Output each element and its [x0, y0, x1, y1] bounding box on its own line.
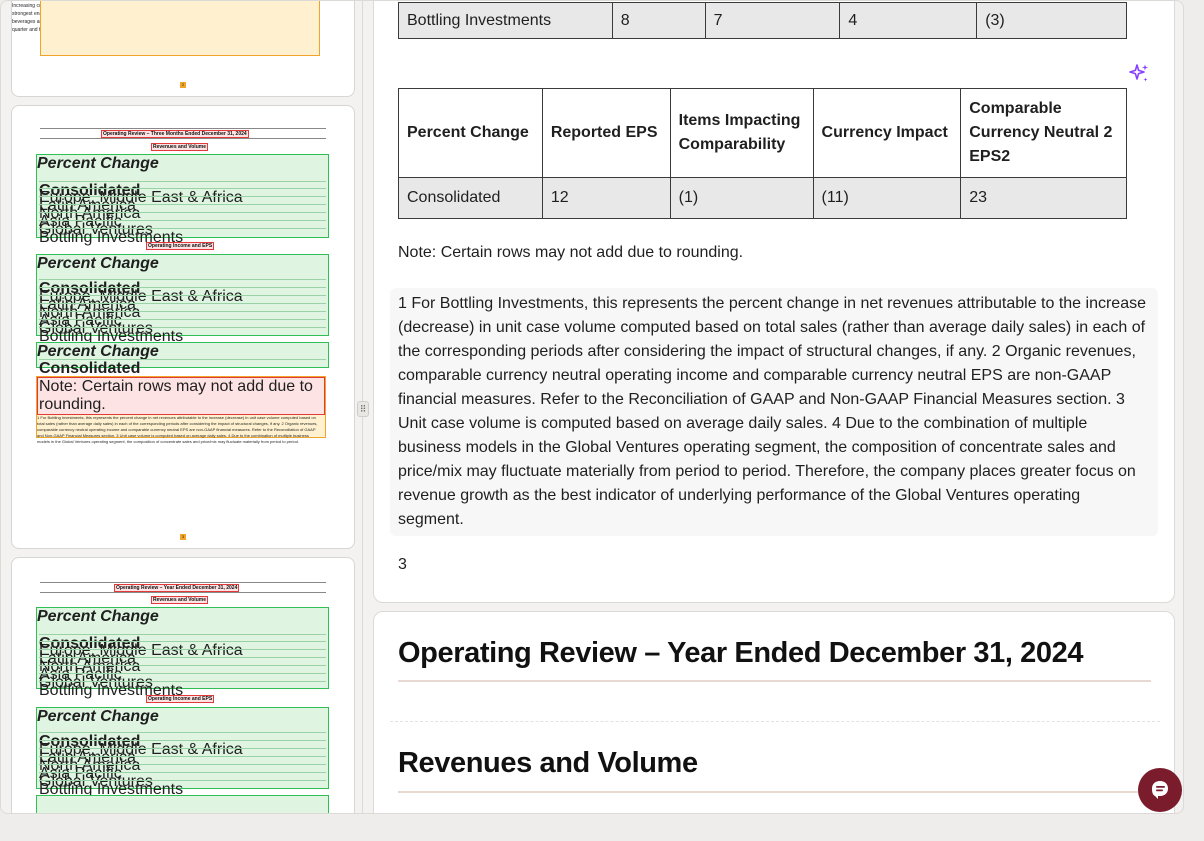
footnotes-block[interactable]: 1 For Bottling Investments, this represe… — [390, 288, 1158, 536]
page-card-4: Operating Review – Year Ended December 3… — [373, 611, 1175, 813]
col-header: Percent Change — [37, 708, 159, 725]
table-cell: Consolidated — [398, 177, 543, 219]
subsection-heading: Revenues and Volume — [398, 747, 698, 779]
thumbnail-note: Note: Certain rows may not add due to ro… — [37, 377, 325, 415]
table-header: Comparable Currency Neutral 2 EPS2 — [960, 88, 1127, 178]
thumbnail-section-1: Revenues and Volume — [151, 596, 208, 604]
table-header: Reported EPS — [541, 88, 671, 178]
thumbnail-section-2: Operating Income and EPS — [146, 242, 215, 250]
page-thumbnail-3[interactable]: Operating Review – Three Months Ended De… — [11, 105, 355, 549]
footnote-highlight: Note: Certain rows may not add due to ro… — [36, 376, 326, 444]
highlight-box — [40, 1, 320, 56]
divider — [40, 138, 326, 139]
col-header: Percent Change — [37, 255, 159, 272]
sparkle-icon[interactable] — [1127, 62, 1151, 86]
section-heading: Operating Review – Year Ended December 3… — [398, 637, 1084, 669]
eps-table: Percent Change Reported EPS Items Impact… — [398, 88, 1127, 219]
eps-table-thumb — [36, 795, 329, 813]
table-header: Percent Change — [398, 88, 543, 178]
table-header: Items Impacting Comparability — [669, 88, 814, 178]
page-thumbnail-pane[interactable]: unit case volume grew in both quarter...… — [1, 1, 363, 813]
eps-table-thumb: Percent Change Consolidated — [36, 342, 329, 377]
table-cell: 23 — [960, 177, 1127, 219]
table-cell: 12 — [541, 177, 671, 219]
thumbnail-section-1: Revenues and Volume — [151, 143, 208, 151]
table-cell: (3) — [976, 2, 1127, 39]
chat-bubble-icon[interactable] — [1138, 768, 1182, 812]
table-cell: 7 — [704, 2, 841, 39]
col-header: Percent Change — [37, 155, 159, 172]
page-number-badge: 2 — [180, 82, 186, 88]
page-thumbnail-4[interactable]: Operating Review – Year Ended December 3… — [11, 557, 355, 813]
document-content[interactable]: Bottling Investments 8 7 4 (3) Percent C… — [373, 1, 1175, 813]
heading-underline — [398, 680, 1151, 682]
document-viewer: unit case volume grew in both quarter...… — [0, 0, 1184, 814]
page-number: 3 — [398, 556, 407, 573]
page-number-badge: 3 — [180, 534, 186, 540]
thumbnail-section-2: Operating Income and EPS — [146, 695, 215, 703]
thumbnail-title: Operating Review – Three Months Ended De… — [101, 130, 249, 138]
page-thumbnail-2[interactable]: unit case volume grew in both quarter...… — [11, 1, 355, 97]
thumbnail-footnote: 1 For Bottling Investments, this represe… — [37, 415, 318, 444]
heading-underline — [398, 791, 1151, 793]
operating-income-table-thumb: Percent Change Consolidated Europe, Midd… — [36, 707, 329, 798]
table-cell: Bottling Investments — [398, 2, 613, 39]
divider — [40, 128, 326, 129]
col-header: Percent Change — [37, 608, 159, 625]
block-separator — [390, 721, 1160, 722]
divider — [40, 592, 326, 593]
thumbnail-title: Operating Review – Year Ended December 3… — [114, 584, 240, 592]
drag-handle-icon[interactable]: ⠿ — [357, 401, 369, 417]
divider — [40, 582, 326, 583]
table-header: Currency Impact — [812, 88, 962, 178]
top-table-fragment: Bottling Investments 8 7 4 (3) — [398, 2, 1127, 39]
rounding-note: Note: Certain rows may not add due to ro… — [398, 244, 744, 261]
page-card-3: Bottling Investments 8 7 4 (3) Percent C… — [373, 1, 1175, 603]
revenues-table-thumb: Percent Change Consolidated Europe, Midd… — [36, 154, 329, 246]
revenues-table-thumb: Percent Change Consolidated Europe, Midd… — [36, 607, 329, 699]
table-cell: 8 — [611, 2, 706, 39]
operating-income-table-thumb: Percent Change Consolidated Europe, Midd… — [36, 254, 329, 345]
table-cell: (11) — [812, 177, 962, 219]
table-cell: 4 — [839, 2, 978, 39]
table-cell: (1) — [669, 177, 814, 219]
